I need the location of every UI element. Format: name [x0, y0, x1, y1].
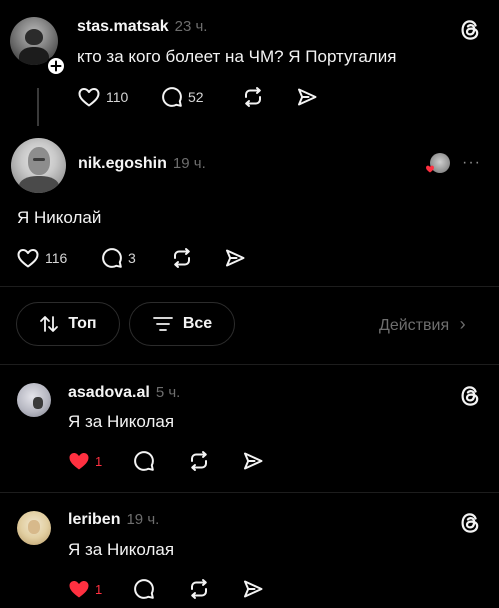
heart-icon[interactable] — [16, 247, 40, 269]
share-icon[interactable] — [296, 86, 318, 108]
comment-icon[interactable] — [101, 247, 123, 269]
sort-top-button[interactable]: Топ — [16, 302, 120, 346]
small-heart-icon — [426, 165, 434, 173]
repost-icon[interactable] — [187, 450, 211, 472]
comment-username[interactable]: asadova.al — [68, 384, 150, 401]
comment-text: Я за Николая — [68, 540, 175, 559]
sort-arrows-icon — [40, 316, 59, 332]
threads-icon — [461, 513, 479, 533]
post-text: кто за кого болеет на ЧМ? Я Португалия — [77, 47, 397, 66]
share-icon[interactable] — [242, 450, 264, 472]
avatar-leriben[interactable] — [17, 511, 51, 545]
follow-plus-icon[interactable] — [46, 56, 66, 76]
comment-time: 19 ч. — [126, 511, 160, 528]
reply-text: Я Николай — [17, 208, 102, 227]
heart-icon[interactable] — [77, 86, 101, 108]
comment-username[interactable]: leriben — [68, 511, 120, 528]
comment-icon[interactable] — [161, 86, 183, 108]
more-options-icon[interactable]: ··· — [462, 154, 481, 172]
reply-comment-count: 3 — [128, 250, 136, 266]
comment-like-count: 1 — [95, 454, 103, 469]
reply-time: 19 ч. — [172, 155, 206, 172]
reply-header: nik.egoshin 19 ч. — [78, 155, 206, 173]
comment-header: leriben 19 ч. — [68, 511, 159, 529]
comment-header: asadova.al 5 ч. — [68, 384, 180, 402]
reply-like-count: 116 — [45, 250, 68, 266]
post-time: 23 ч. — [174, 18, 208, 35]
avatar-asadova-al[interactable] — [17, 383, 51, 417]
chevron-right-icon: › — [459, 314, 466, 334]
post-like-count: 110 — [106, 89, 129, 105]
filter-all-button[interactable]: Все — [129, 302, 235, 346]
divider — [0, 286, 499, 287]
repost-icon[interactable] — [241, 86, 265, 108]
avatar-nik-egoshin[interactable] — [11, 138, 66, 193]
filter-lines-icon — [152, 317, 173, 331]
heart-filled-icon[interactable] — [67, 578, 91, 600]
actions-link[interactable]: Действия › — [379, 314, 466, 335]
comment-text: Я за Николая — [68, 412, 175, 431]
filter-all-label: Все — [182, 315, 213, 332]
post-username[interactable]: stas.matsak — [77, 18, 169, 35]
actions-label: Действия — [379, 317, 450, 334]
repost-icon[interactable] — [170, 247, 194, 269]
repost-icon[interactable] — [187, 578, 211, 600]
comment-icon[interactable] — [133, 450, 155, 472]
comment-icon[interactable] — [133, 578, 155, 600]
divider — [0, 364, 499, 365]
thread-line — [37, 88, 39, 126]
threads-icon — [461, 20, 479, 40]
divider — [0, 492, 499, 493]
reply-username[interactable]: nik.egoshin — [78, 155, 167, 172]
threads-icon — [461, 386, 479, 406]
heart-filled-icon[interactable] — [67, 450, 91, 472]
comment-time: 5 ч. — [155, 384, 181, 401]
comment-like-count: 1 — [95, 582, 103, 597]
author-liked-badge — [425, 153, 451, 175]
sort-top-label: Топ — [68, 315, 97, 332]
post-header: stas.matsak 23 ч. — [77, 18, 207, 36]
share-icon[interactable] — [224, 247, 246, 269]
post-comment-count: 52 — [188, 89, 204, 105]
share-icon[interactable] — [242, 578, 264, 600]
